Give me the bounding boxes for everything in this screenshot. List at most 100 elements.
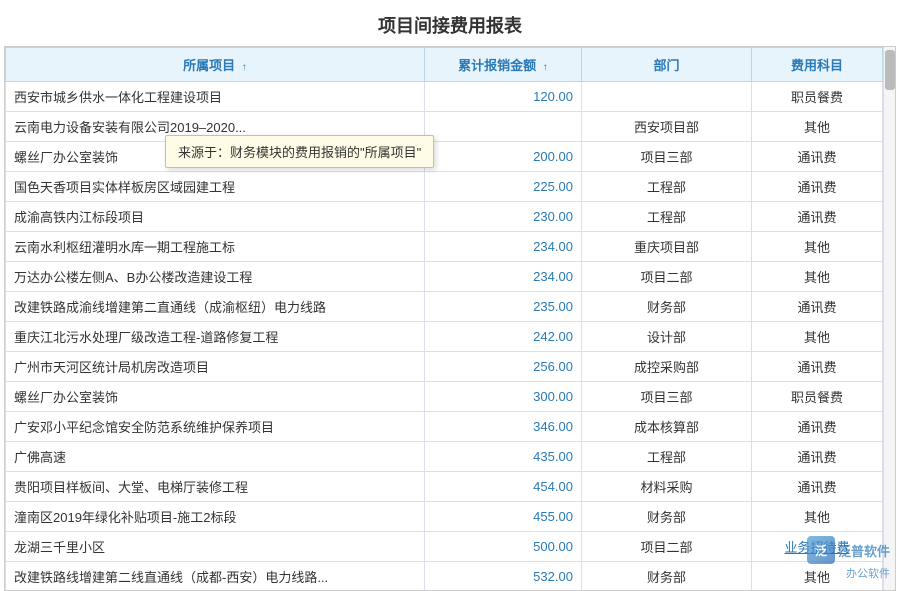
table-row: 国色天香项目实体样板房区域园建工程225.00工程部通讯费 [6,172,883,202]
table-row: 重庆江北污水处理厂级改造工程-道路修复工程242.00设计部其他 [6,322,883,352]
cell-dept: 成本核算部 [581,412,751,442]
cell-dept: 项目二部 [581,262,751,292]
cell-project: 万达办公楼左侧A、B办公楼改造建设工程 [6,262,425,292]
cell-dept: 项目二部 [581,532,751,562]
table-row: 潼南区2019年绿化补贴项目-施工2标段455.00财务部其他 [6,502,883,532]
cell-project: 贵阳项目样板间、大堂、电梯厅装修工程 [6,472,425,502]
cell-amount: 346.00 [424,412,581,442]
cell-category: 职员餐费 [752,82,883,112]
watermark-logo-icon: 泛 [807,536,835,564]
cell-dept [581,82,751,112]
sort-icon-project: ↑ [242,62,247,73]
cell-amount: 230.00 [424,202,581,232]
cell-dept: 财务部 [581,502,751,532]
table-row: 龙湖三千里小区500.00项目二部业务招待费 [6,532,883,562]
page-container: 项目间接费用报表 所属项目 ↑ 累计报销金额 ↑ 部门 [0,0,900,591]
col-header-dept: 部门 [581,48,751,82]
cell-category: 其他 [752,232,883,262]
cell-category: 通讯费 [752,442,883,472]
col-header-amount[interactable]: 累计报销金额 ↑ [424,48,581,82]
cell-category: 通讯费 [752,352,883,382]
cell-dept: 成控采购部 [581,352,751,382]
watermark-name: 泛普软件 [838,541,890,560]
cell-dept: 西安项目部 [581,112,751,142]
cell-amount: 435.00 [424,442,581,472]
page-title: 项目间接费用报表 [0,0,900,46]
cell-category: 其他 [752,262,883,292]
cell-dept: 工程部 [581,172,751,202]
cell-dept: 财务部 [581,562,751,591]
cell-dept: 项目三部 [581,142,751,172]
cell-project: 龙湖三千里小区 [6,532,425,562]
cell-category: 其他 [752,112,883,142]
cell-amount: 234.00 [424,262,581,292]
cell-category: 其他 [752,502,883,532]
cell-category: 其他 [752,322,883,352]
table-row: 广州市天河区统计局机房改造项目256.00成控采购部通讯费 [6,352,883,382]
table-row: 改建铁路线增建第二线直通线（成都-西安）电力线路...532.00财务部其他 [6,562,883,591]
table-row: 贵阳项目样板间、大堂、电梯厅装修工程454.00材料采购通讯费 [6,472,883,502]
cell-project: 云南水利枢纽灌明水库一期工程施工标 [6,232,425,262]
cell-category: 通讯费 [752,412,883,442]
cell-amount: 454.00 [424,472,581,502]
tooltip-box: 来源于：财务模块的费用报销的"所属项目" [165,135,434,168]
table-row: 螺丝厂办公室装饰300.00项目三部职员餐费 [6,382,883,412]
scrollbar-track[interactable] [883,47,895,590]
cell-project: 成渝高铁内江标段项目 [6,202,425,232]
cell-category: 通讯费 [752,202,883,232]
cell-project: 潼南区2019年绿化补贴项目-施工2标段 [6,502,425,532]
table-row: 云南水利枢纽灌明水库一期工程施工标234.00重庆项目部其他 [6,232,883,262]
cell-amount: 120.00 [424,82,581,112]
table-row: 西安市城乡供水一体化工程建设项目120.00 职员餐费 [6,82,883,112]
table-wrapper: 所属项目 ↑ 累计报销金额 ↑ 部门 费用科目 西安市城乡供水一体化 [4,46,896,591]
col-header-category: 费用科目 [752,48,883,82]
cell-project: 改建铁路线增建第二线直通线（成都-西安）电力线路... [6,562,425,591]
table-row: 万达办公楼左侧A、B办公楼改造建设工程234.00项目二部其他 [6,262,883,292]
cell-amount: 532.00 [424,562,581,591]
cell-project: 重庆江北污水处理厂级改造工程-道路修复工程 [6,322,425,352]
cell-project: 广州市天河区统计局机房改造项目 [6,352,425,382]
cell-amount: 256.00 [424,352,581,382]
table-row: 成渝高铁内江标段项目230.00工程部通讯费 [6,202,883,232]
cell-project: 螺丝厂办公室装饰 [6,382,425,412]
col-header-project[interactable]: 所属项目 ↑ [6,48,425,82]
sort-icon-amount: ↑ [543,62,548,73]
cell-project: 广佛高速 [6,442,425,472]
cell-amount: 242.00 [424,322,581,352]
watermark-sub: 办公软件 [846,565,890,581]
cell-category: 通讯费 [752,472,883,502]
cell-dept: 工程部 [581,202,751,232]
cell-category: 通讯费 [752,172,883,202]
table-row: 螺丝厂办公室装饰200.00项目三部通讯费 [6,142,883,172]
cell-amount: 235.00 [424,292,581,322]
cell-dept: 财务部 [581,292,751,322]
cell-amount: 500.00 [424,532,581,562]
cell-project: 国色天香项目实体样板房区域园建工程 [6,172,425,202]
cell-project: 改建铁路成渝线增建第二直通线（成渝枢纽）电力线路 [6,292,425,322]
data-table: 所属项目 ↑ 累计报销金额 ↑ 部门 费用科目 西安市城乡供水一体化 [5,47,883,591]
table-row: 广佛高速435.00工程部通讯费 [6,442,883,472]
scrollbar-thumb[interactable] [885,50,895,90]
cell-project: 西安市城乡供水一体化工程建设项目 [6,82,425,112]
cell-category: 职员餐费 [752,382,883,412]
cell-dept: 设计部 [581,322,751,352]
cell-amount: 300.00 [424,382,581,412]
table-row: 云南电力设备安装有限公司2019–2020...西安项目部其他 [6,112,883,142]
cell-amount: 200.00 [424,142,581,172]
cell-category: 通讯费 [752,142,883,172]
cell-project: 广安邓小平纪念馆安全防范系统维护保养项目 [6,412,425,442]
watermark-logo: 泛 泛普软件 [807,536,890,564]
table-row: 广安邓小平纪念馆安全防范系统维护保养项目346.00成本核算部通讯费 [6,412,883,442]
watermark: 泛 泛普软件 办公软件 [807,536,890,581]
cell-dept: 重庆项目部 [581,232,751,262]
table-body: 西安市城乡供水一体化工程建设项目120.00职员餐费云南电力设备安装有限公司20… [6,82,883,591]
table-header-row: 所属项目 ↑ 累计报销金额 ↑ 部门 费用科目 [6,48,883,82]
cell-dept: 工程部 [581,442,751,472]
cell-dept: 项目三部 [581,382,751,412]
table-row: 改建铁路成渝线增建第二直通线（成渝枢纽）电力线路235.00财务部通讯费 [6,292,883,322]
cell-dept: 材料采购 [581,472,751,502]
cell-category: 通讯费 [752,292,883,322]
cell-amount: 455.00 [424,502,581,532]
cell-amount: 234.00 [424,232,581,262]
cell-amount: 225.00 [424,172,581,202]
